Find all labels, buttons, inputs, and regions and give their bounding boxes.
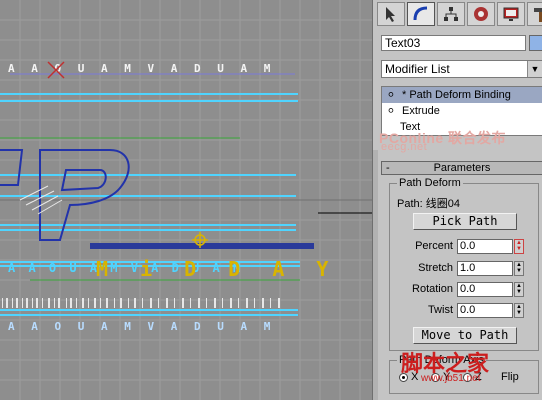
watermark-top-url: eecg.net [381,141,428,153]
cursor-arrow-icon [386,7,395,22]
collapse-minus-icon: - [386,162,390,174]
stack-item-path-deform-binding[interactable]: ⚪ * Path Deform Binding [382,87,542,103]
watermark-top: PConline 联合发布 eecg.net [379,128,506,153]
display-icon [503,7,519,21]
object-color-swatch[interactable] [529,35,542,51]
lightbulb-icon[interactable]: ⚪ [386,104,396,120]
hammer-icon [534,8,542,22]
motion-icon [474,7,488,21]
twist-label: Twist [427,304,453,316]
command-panel-tabs [377,2,542,28]
text-row-bottom: A A O U A M V A D U A M [8,320,275,333]
stretch-field[interactable]: 1.0 [457,261,513,276]
display-tab[interactable] [497,2,525,26]
hierarchy-icon [444,7,458,21]
rotation-field[interactable]: 0.0 [457,282,513,297]
stretch-label: Stretch [418,262,453,274]
object-name-field[interactable]: Text03 [381,35,526,51]
text-row-top: A A O U A M V A D U A M [8,62,275,75]
twist-spinner-arrows[interactable]: ▲ ▼ [514,303,524,318]
stretch-spinner-arrows[interactable]: ▲ ▼ [514,261,524,276]
flip-label: Flip [501,371,519,383]
text-row-wave-gold: M i D D A Y [96,257,338,281]
modify-tab[interactable] [407,2,435,26]
path-deform-group-title: Path Deform [397,177,463,189]
stack-item-label: * Path Deform Binding [402,89,511,101]
percent-spinner-arrows[interactable]: ▲ ▼ [514,239,524,254]
rotation-spinner-arrows[interactable]: ▲ ▼ [514,282,524,297]
perspective-viewport[interactable]: A A O U A M V A D U A M A A O U A M V A … [0,0,372,400]
chevron-down-icon: ▼ [527,61,542,77]
panel-scrollbar[interactable] [373,150,378,400]
percent-label: Percent [415,240,453,252]
viewport-scene: A A O U A M V A D U A M A A O U A M V A … [0,0,372,400]
percent-field[interactable]: 0.0 [457,239,513,254]
stack-item-label: Extrude [402,105,440,117]
rollout-title: Parameters [433,162,491,174]
command-panel: Text03 Modifier List ▼ ⚪ * Path Deform Bi… [372,0,542,400]
rotation-label: Rotation [412,283,453,295]
path-label: Path: 线圈04 [397,198,460,210]
motion-tab[interactable] [467,2,495,26]
move-to-path-button[interactable]: Move to Path [413,327,517,344]
cyan-path-lines [0,93,300,316]
stack-item-extrude[interactable]: ⚪ Extrude [382,103,542,119]
modifier-list-label: Modifier List [385,62,450,76]
utilities-tab[interactable] [527,2,542,26]
lightbulb-icon[interactable]: ⚪ [386,88,396,104]
pick-path-button[interactable]: Pick Path [413,213,517,230]
hierarchy-tab[interactable] [437,2,465,26]
twist-field[interactable]: 0.0 [457,303,513,318]
watermark-bottom-url: www.jb51.net [421,373,481,384]
modify-arc-icon [413,6,428,21]
create-tab[interactable] [377,2,405,26]
watermark-bottom: 脚本之家 www.jb51.net [401,346,489,384]
modifier-list-dropdown[interactable]: Modifier List ▼ [381,60,542,78]
parameters-rollout-header[interactable]: - Parameters [381,161,542,175]
